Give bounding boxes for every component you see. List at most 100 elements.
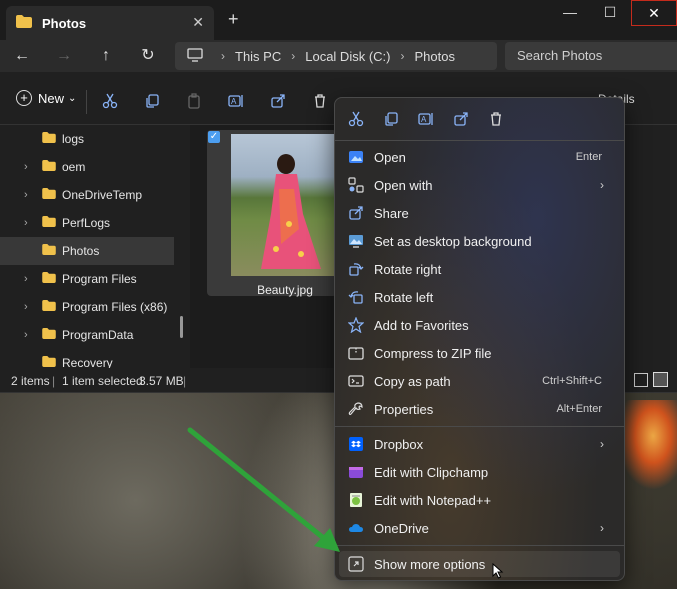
breadcrumb-this-pc[interactable]: This PC — [235, 49, 281, 64]
pc-icon — [187, 47, 203, 65]
menu-item-onedrive[interactable]: OneDrive › — [339, 515, 620, 541]
menu-item-copy-as-path[interactable]: Copy as path Ctrl+Shift+C — [339, 368, 620, 394]
menu-item-compress-zip[interactable]: Compress to ZIP file — [339, 340, 620, 366]
menu-item-edit-notepad-plus-plus[interactable]: Edit with Notepad++ — [339, 487, 620, 513]
menu-divider — [335, 426, 624, 427]
navigation-pane: logs › oem › OneDriveTemp › PerfLogs Pho… — [0, 125, 188, 368]
menu-item-dropbox[interactable]: Dropbox › — [339, 431, 620, 457]
tiles-view-icon[interactable] — [653, 372, 668, 387]
wrench-icon — [347, 400, 365, 418]
breadcrumb-separator: › — [221, 49, 225, 63]
sidebar-item-program-files[interactable]: › Program Files — [0, 265, 174, 293]
chevron-right-icon[interactable]: › — [24, 273, 34, 285]
breadcrumb-separator: › — [291, 49, 296, 63]
shortcut-label: Enter — [575, 151, 602, 163]
delete-icon[interactable] — [310, 91, 330, 111]
sidebar-item-program-files-x86[interactable]: › Program Files (x86) — [0, 293, 174, 321]
zip-icon — [347, 344, 365, 362]
sidebar-item-recovery[interactable]: Recovery — [0, 349, 174, 368]
cut-icon[interactable] — [100, 91, 120, 111]
back-button[interactable]: ← — [8, 44, 36, 68]
sidebar-item-photos[interactable]: Photos — [0, 237, 174, 265]
sidebar-scrollbar[interactable] — [180, 316, 183, 338]
sidebar-item-onedrivetemp[interactable]: › OneDriveTemp — [0, 181, 174, 209]
sidebar-item-label: Recovery — [62, 356, 113, 368]
sidebar-item-label: Photos — [62, 244, 100, 258]
new-label: New — [38, 90, 65, 106]
sidebar-item-logs[interactable]: logs — [0, 125, 174, 153]
sidebar-item-programdata[interactable]: › ProgramData — [0, 321, 174, 349]
share-icon[interactable] — [268, 91, 288, 111]
search-input[interactable]: Search Photos — [505, 42, 677, 70]
toolbar-divider — [86, 90, 87, 114]
menu-item-show-more-options[interactable]: Show more options — [339, 551, 620, 577]
chevron-right-icon[interactable]: › — [24, 301, 34, 313]
delete-icon[interactable] — [487, 110, 505, 128]
folder-icon — [42, 188, 56, 202]
close-window-button[interactable]: ✕ — [631, 0, 677, 26]
copy-icon[interactable] — [382, 110, 400, 128]
menu-item-edit-clipchamp[interactable]: Edit with Clipchamp — [339, 459, 620, 485]
maximize-button[interactable]: ☐ — [587, 0, 633, 26]
paste-icon[interactable] — [184, 91, 204, 111]
refresh-button[interactable]: ↻ — [134, 44, 162, 68]
new-button[interactable]: + New ⌄ — [16, 90, 76, 106]
chevron-right-icon[interactable]: › — [24, 189, 34, 201]
copy-icon[interactable] — [142, 91, 162, 111]
sidebar-item-label: ProgramData — [62, 328, 134, 342]
menu-item-set-desktop-background[interactable]: Set as desktop background — [339, 228, 620, 254]
notepad-plus-plus-icon — [347, 491, 365, 509]
folder-icon — [16, 15, 32, 31]
chevron-right-icon[interactable]: › — [24, 329, 34, 341]
sidebar-item-oem[interactable]: › oem — [0, 153, 174, 181]
menu-item-rotate-right[interactable]: Rotate right — [339, 256, 620, 282]
folder-icon — [42, 132, 56, 146]
address-bar[interactable]: › This PC › Local Disk (C:) › Photos — [175, 42, 497, 70]
menu-item-label: Edit with Notepad++ — [374, 492, 492, 508]
folder-icon — [42, 244, 56, 258]
tab-photos[interactable]: Photos ✕ — [6, 6, 214, 40]
menu-item-label: Copy as path — [374, 373, 451, 389]
menu-item-rotate-left[interactable]: Rotate left — [339, 284, 620, 310]
photos-icon — [347, 148, 365, 166]
sidebar-item-label: logs — [62, 132, 85, 146]
sidebar-item-label: Program Files — [62, 272, 137, 286]
title-bar: Photos ✕ + — ☐ ✕ — [0, 0, 677, 40]
rename-icon[interactable]: A — [226, 91, 246, 111]
forward-button[interactable]: → — [50, 44, 78, 68]
breadcrumb-local-disk[interactable]: Local Disk (C:) — [305, 49, 390, 64]
menu-item-open-with[interactable]: Open with › — [339, 172, 620, 198]
campfire-decoration — [617, 400, 677, 490]
folder-icon — [42, 272, 56, 286]
selection-checkbox[interactable]: ✓ — [208, 131, 220, 143]
sidebar-item-perflogs[interactable]: › PerfLogs — [0, 209, 174, 237]
menu-item-label: Open — [374, 149, 406, 165]
details-view-icon[interactable] — [634, 373, 648, 387]
shortcut-label: Ctrl+Shift+C — [542, 375, 602, 387]
menu-item-properties[interactable]: Properties Alt+Enter — [339, 396, 620, 422]
chevron-right-icon[interactable]: › — [24, 217, 34, 229]
new-tab-button[interactable]: + — [228, 9, 239, 30]
breadcrumb-photos[interactable]: Photos — [414, 49, 454, 64]
status-item-count: 2 items — [11, 374, 50, 388]
navigation-bar: ← → ↑ ↻ › This PC › Local Disk (C:) › Ph… — [0, 40, 677, 72]
share-icon[interactable] — [452, 110, 470, 128]
folder-icon — [42, 160, 56, 174]
menu-item-label: Add to Favorites — [374, 317, 469, 333]
cut-icon[interactable] — [347, 110, 365, 128]
star-icon — [347, 316, 365, 334]
menu-item-add-to-favorites[interactable]: Add to Favorites — [339, 312, 620, 338]
menu-item-label: Rotate right — [374, 261, 442, 277]
svg-text:A: A — [231, 97, 237, 106]
up-button[interactable]: ↑ — [92, 44, 120, 68]
menu-item-open[interactable]: Open Enter — [339, 144, 620, 170]
rename-icon[interactable]: A — [417, 110, 435, 128]
menu-item-share[interactable]: Share — [339, 200, 620, 226]
menu-item-label: Compress to ZIP file — [374, 345, 492, 361]
folder-icon — [42, 216, 56, 230]
tab-close-button[interactable]: ✕ — [192, 14, 204, 31]
menu-item-label: OneDrive — [374, 520, 429, 536]
menu-item-label: Show more options — [374, 556, 486, 572]
chevron-right-icon[interactable]: › — [24, 161, 34, 173]
chevron-right-icon: › — [600, 521, 604, 535]
